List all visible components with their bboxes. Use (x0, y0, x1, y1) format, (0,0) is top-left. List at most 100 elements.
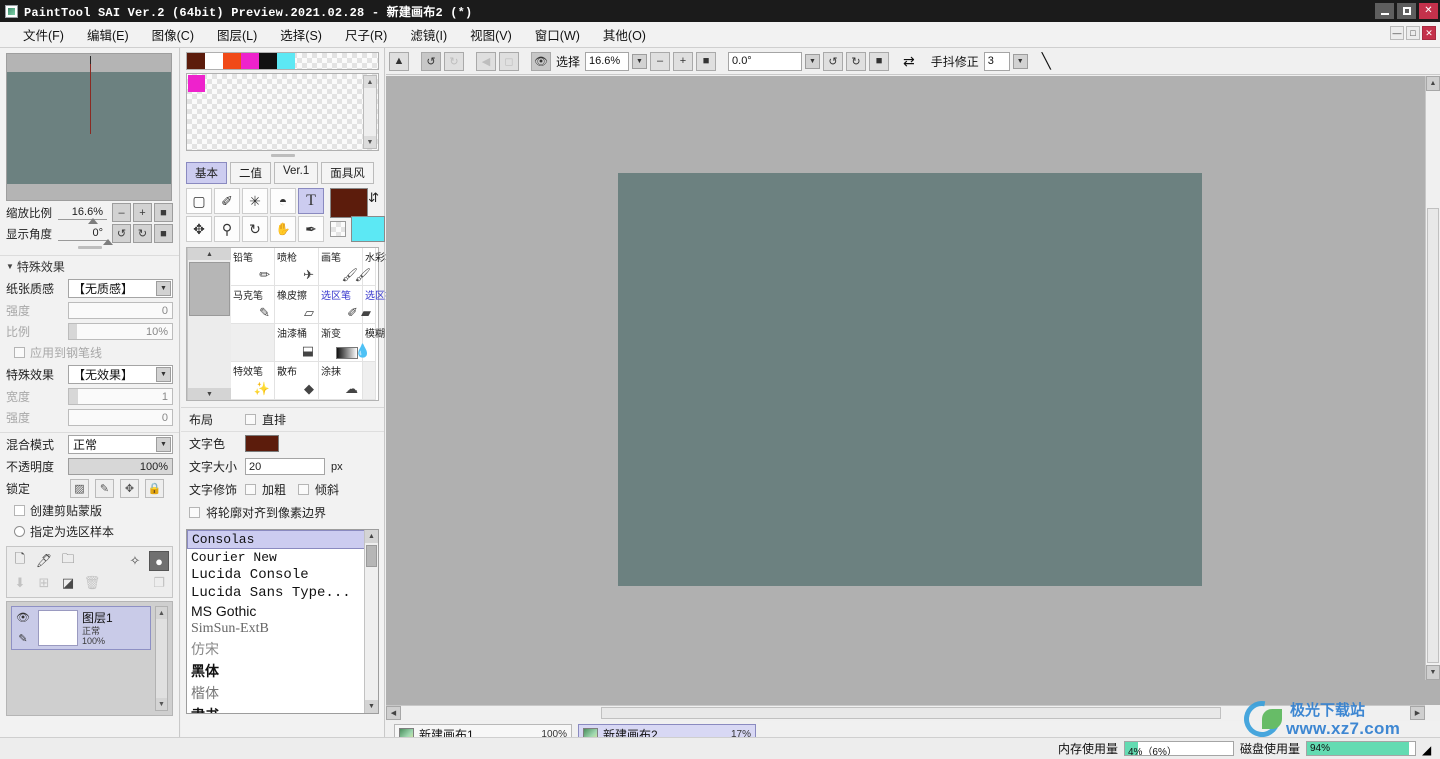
layer-transform-icon[interactable]: ✧ (125, 551, 145, 571)
swatch-3[interactable] (241, 53, 259, 69)
swatch-panel-color-0[interactable] (188, 75, 205, 92)
brush-scatter[interactable]: 散布 ◆ (275, 362, 319, 400)
text-size-input[interactable]: 20 (245, 458, 325, 475)
effects-section-header[interactable]: ▼ 特殊效果 (0, 255, 179, 277)
angle-slider[interactable]: 0° (58, 226, 113, 245)
tab-binary[interactable]: 二值 (230, 162, 271, 184)
brush-select-pen[interactable]: 选区笔 ✐ (319, 286, 363, 324)
next-button[interactable]: ◻ (499, 51, 519, 71)
magic-wand-tool[interactable]: ✳ (242, 188, 268, 214)
menu-window[interactable]: 窗口(W) (526, 22, 589, 47)
scroll-up-icon[interactable]: ▲ (156, 607, 167, 619)
visibility-button[interactable]: 👁 (531, 51, 551, 71)
scroll-thumb[interactable] (1427, 208, 1439, 663)
brush-effect-pen[interactable]: 特效笔 ✨ (231, 362, 275, 400)
paper-texture-select[interactable]: 【无质感】 ▼ (68, 279, 173, 298)
scroll-down-icon[interactable]: ▼ (156, 698, 167, 710)
layer-row[interactable]: 👁 ✎ 图层1 正常 100% (11, 606, 151, 650)
angle-field[interactable]: 0.0° (728, 51, 803, 71)
swap-colors-icon[interactable]: ⇵ (368, 190, 379, 206)
blend-mode-select[interactable]: 正常 ▼ (68, 435, 173, 454)
flip-horizontal-icon[interactable]: ⇄ (903, 53, 915, 70)
new-layer-icon[interactable]: 🗋 (10, 551, 30, 571)
font-item-courier-new[interactable]: Courier New (187, 549, 378, 566)
bold-checkbox[interactable] (245, 484, 256, 495)
scroll-thumb[interactable] (189, 262, 230, 316)
stabilizer-field[interactable]: 3 (983, 51, 1010, 71)
scroll-thumb[interactable] (601, 707, 1221, 719)
eye-icon[interactable]: 👁 (12, 607, 34, 628)
maximize-button[interactable] (1397, 3, 1416, 19)
lock-move-icon[interactable]: ✥ (120, 479, 139, 498)
redo-button[interactable]: ↻ (444, 51, 464, 71)
font-item-heiti[interactable]: 黑体 (187, 660, 378, 682)
secondary-color-swatch[interactable] (351, 216, 385, 242)
swatch-1[interactable] (205, 53, 223, 69)
canvas-area[interactable] (386, 76, 1440, 705)
scroll-thumb[interactable] (366, 545, 377, 567)
scroll-up-icon[interactable]: ▲ (364, 76, 376, 88)
chevron-down-icon[interactable]: ▼ (156, 437, 171, 452)
line-tool-icon[interactable]: ╲ (1042, 52, 1051, 70)
scroll-down-icon[interactable]: ▼ (365, 700, 378, 713)
clear-layer-icon[interactable]: ◪ (58, 573, 78, 593)
canvas-zoom-reset-button[interactable]: ■ (696, 51, 717, 71)
tab-mask-style[interactable]: 面具风 (321, 162, 374, 184)
zoom-reset-button[interactable]: ■ (154, 203, 173, 222)
doc-close-button[interactable]: ✕ (1422, 26, 1436, 40)
canvas-rotate-ccw-button[interactable]: ↺ (823, 51, 844, 71)
menu-file[interactable]: 文件(F) (14, 22, 73, 47)
clipping-mask-checkbox[interactable] (14, 505, 25, 516)
select-move-tool[interactable]: ◓ (270, 188, 296, 214)
scroll-up-icon[interactable]: ▲ (1426, 76, 1440, 91)
hand-tool[interactable]: ✋ (270, 216, 296, 242)
new-folder-icon[interactable]: 🗀 (58, 551, 78, 571)
new-linework-layer-icon[interactable]: 🖊 (34, 551, 54, 571)
rect-select-tool[interactable]: ▢ (186, 188, 212, 214)
doc-minimize-button[interactable]: — (1390, 26, 1404, 40)
move-tool[interactable]: ✥ (186, 216, 212, 242)
swatch-panel-scrollbar[interactable]: ▲ ▼ (363, 75, 377, 149)
lock-all-icon[interactable]: 🔒 (145, 479, 164, 498)
brush-select-eraser[interactable]: 选区擦 ▰ (361, 286, 395, 324)
opacity-slider[interactable]: 100% (68, 458, 173, 475)
toolbar-collapse-button[interactable]: ▲ (389, 51, 409, 71)
font-item-simsun-extb[interactable]: SimSun-ExtB (187, 620, 378, 638)
rotate-ccw-button[interactable]: ↺ (112, 224, 131, 243)
navigator-preview[interactable] (6, 53, 172, 201)
window-resize-grip[interactable]: ◢ (1422, 743, 1434, 757)
special-effect-select[interactable]: 【无效果】 ▼ (68, 365, 173, 384)
font-item-lucida-console[interactable]: Lucida Console (187, 566, 378, 584)
eyedropper-tool[interactable]: ✒ (298, 216, 324, 242)
effect-width-field[interactable]: 1 (68, 388, 173, 405)
menu-other[interactable]: 其他(O) (594, 22, 655, 47)
scroll-right-icon[interactable]: ▶ (1410, 706, 1425, 720)
artboard[interactable] (618, 173, 1202, 586)
tool-panel-grip[interactable] (270, 154, 295, 157)
brush-grid[interactable]: 铅笔 ✏ 喷枪 ✈ 画笔 🖌 水彩笔 🖌 ▲ ▼ 马克笔 ✎ 橡皮擦 ▱ 选区笔 ✐ 选区擦 ▰… (186, 247, 395, 401)
close-button[interactable]: ✕ (1419, 3, 1438, 19)
zoom-in-button[interactable]: + (133, 203, 152, 222)
brush-scrollbar[interactable]: ▲ ▼ (187, 248, 231, 400)
menu-ruler[interactable]: 尺子(R) (336, 22, 396, 47)
font-list-scrollbar[interactable]: ▲ ▼ (364, 530, 378, 713)
brush-empty-1[interactable] (231, 324, 275, 362)
lock-paint-icon[interactable]: ✎ (95, 479, 114, 498)
brush-marker[interactable]: 马克笔 ✎ (231, 286, 275, 324)
scroll-up-icon[interactable]: ▲ (365, 530, 378, 543)
scroll-down-icon[interactable]: ▼ (364, 136, 376, 148)
swatch-4[interactable] (259, 53, 277, 69)
canvas-vertical-scrollbar[interactable]: ▲ ▼ (1425, 76, 1440, 680)
color-swatch-strip[interactable]: ▼ (186, 52, 394, 70)
canvas-zoom-in-button[interactable]: + (673, 51, 694, 71)
color-swatch-panel[interactable]: ▲ ▼ (186, 73, 379, 151)
scroll-down-icon[interactable]: ▼ (1426, 665, 1440, 680)
brush-pencil[interactable]: 铅笔 ✏ (231, 248, 275, 286)
font-item-lishu[interactable]: 隶书 (187, 704, 378, 713)
rotate-reset-button[interactable]: ■ (154, 224, 173, 243)
menu-select[interactable]: 选择(S) (271, 22, 331, 47)
zoom-out-button[interactable]: – (112, 203, 131, 222)
angle-slider-thumb[interactable] (103, 239, 113, 245)
font-item-kaiti[interactable]: 楷体 (187, 682, 378, 704)
swatch-5[interactable] (277, 53, 295, 69)
